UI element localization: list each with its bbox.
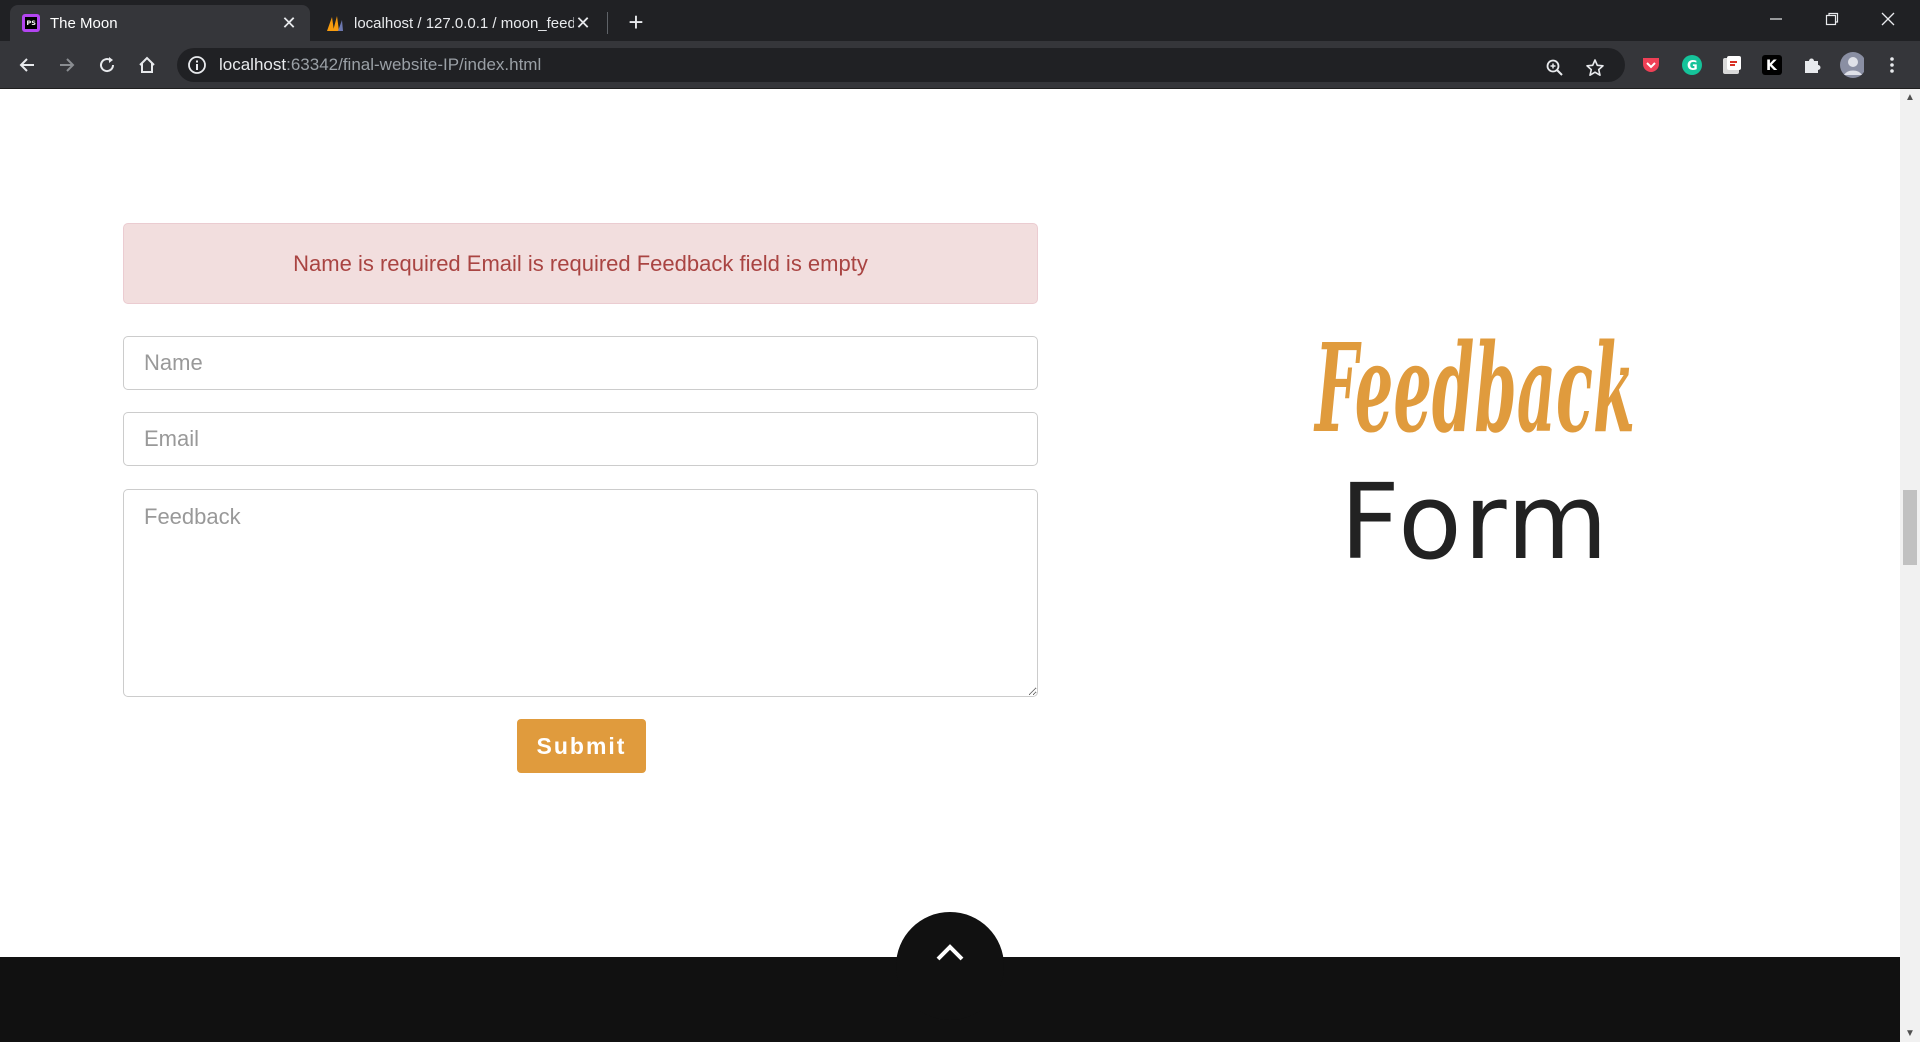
scroll-down-arrow-icon[interactable]: ▼ bbox=[1900, 1025, 1920, 1042]
scroll-up-arrow-icon[interactable]: ▲ bbox=[1900, 89, 1920, 106]
feedback-script-heading: Feedback bbox=[1314, 316, 1635, 459]
extensions-button[interactable] bbox=[1800, 53, 1824, 77]
k-extension[interactable]: K bbox=[1760, 53, 1784, 77]
new-tab-button[interactable]: + bbox=[621, 8, 651, 38]
email-input[interactable] bbox=[123, 412, 1038, 466]
grammarly-extension[interactable]: G bbox=[1680, 53, 1704, 77]
restore-icon bbox=[1825, 12, 1839, 26]
url-host: localhost bbox=[219, 55, 287, 74]
clipboard-extension[interactable] bbox=[1720, 53, 1744, 77]
k-extension-icon: K bbox=[1762, 55, 1782, 75]
tab-title: The Moon bbox=[50, 14, 118, 32]
scrollbar-thumb[interactable] bbox=[1903, 490, 1917, 565]
submit-button[interactable]: Submit bbox=[517, 719, 646, 773]
feedback-textarea[interactable] bbox=[123, 489, 1038, 697]
puzzle-icon bbox=[1805, 58, 1821, 73]
tab-separator bbox=[607, 12, 608, 34]
reload-icon bbox=[100, 57, 115, 73]
bookmark-button[interactable] bbox=[1582, 55, 1608, 81]
minimize-icon bbox=[1770, 18, 1782, 20]
pocket-icon bbox=[1643, 58, 1659, 72]
svg-text:PS: PS bbox=[27, 19, 37, 27]
chevron-up-icon bbox=[936, 944, 964, 961]
pocket-extension[interactable] bbox=[1639, 53, 1663, 77]
clipboard-extension-icon bbox=[1723, 56, 1741, 74]
page-scrollbar[interactable]: ▲ ▼ bbox=[1900, 89, 1920, 1042]
tab-strip: PS The Moon ✕ localhost / 127.0.0.1 / mo… bbox=[0, 0, 1920, 41]
minimize-button[interactable] bbox=[1748, 0, 1804, 38]
phpmyadmin-icon bbox=[327, 16, 343, 31]
home-button[interactable] bbox=[131, 49, 163, 81]
name-input[interactable] bbox=[123, 336, 1038, 390]
home-icon bbox=[139, 56, 155, 73]
more-vertical-icon bbox=[1890, 57, 1894, 73]
tab-the-moon[interactable]: PS The Moon ✕ bbox=[10, 5, 310, 41]
reload-button[interactable] bbox=[91, 49, 123, 81]
tab-phpmyadmin[interactable]: localhost / 127.0.0.1 / moon_feedback ✕ bbox=[314, 5, 604, 41]
svg-text:G: G bbox=[1687, 59, 1698, 74]
star-icon bbox=[1586, 59, 1604, 76]
address-bar[interactable]: localhost:63342/final-website-IP/index.h… bbox=[177, 48, 1625, 82]
url-text: localhost:63342/final-website-IP/index.h… bbox=[219, 55, 541, 75]
arrow-left-icon bbox=[19, 58, 34, 72]
profile-avatar bbox=[1840, 52, 1864, 78]
scroll-to-top-button[interactable] bbox=[896, 912, 1004, 1020]
browser-toolbar: localhost:63342/final-website-IP/index.h… bbox=[0, 41, 1920, 89]
page-viewport: Name is required Email is required Feedb… bbox=[0, 89, 1900, 1042]
phpstorm-icon: PS bbox=[22, 14, 40, 32]
arrow-right-icon bbox=[60, 58, 75, 72]
url-path: :63342/final-website-IP/index.html bbox=[286, 55, 542, 74]
zoom-button[interactable] bbox=[1542, 55, 1568, 81]
restore-button[interactable] bbox=[1804, 0, 1860, 38]
back-button[interactable] bbox=[11, 49, 43, 81]
form-heading: Form bbox=[1340, 461, 1610, 583]
close-window-button[interactable] bbox=[1860, 0, 1916, 38]
svg-text:K: K bbox=[1766, 58, 1778, 74]
info-icon[interactable] bbox=[187, 55, 207, 75]
profile-button[interactable] bbox=[1840, 52, 1864, 78]
browser-menu-button[interactable] bbox=[1880, 53, 1904, 77]
forward-button[interactable] bbox=[51, 49, 83, 81]
validation-error-alert: Name is required Email is required Feedb… bbox=[123, 223, 1038, 304]
close-tab-icon[interactable]: ✕ bbox=[574, 14, 592, 32]
tab-title: localhost / 127.0.0.1 / moon_feedback bbox=[354, 14, 574, 32]
heading-script-text: Feedback bbox=[1314, 316, 1635, 459]
grammarly-icon: G bbox=[1682, 55, 1702, 75]
zoom-icon bbox=[1546, 59, 1563, 76]
close-icon bbox=[1881, 12, 1895, 26]
close-tab-icon[interactable]: ✕ bbox=[280, 14, 298, 32]
